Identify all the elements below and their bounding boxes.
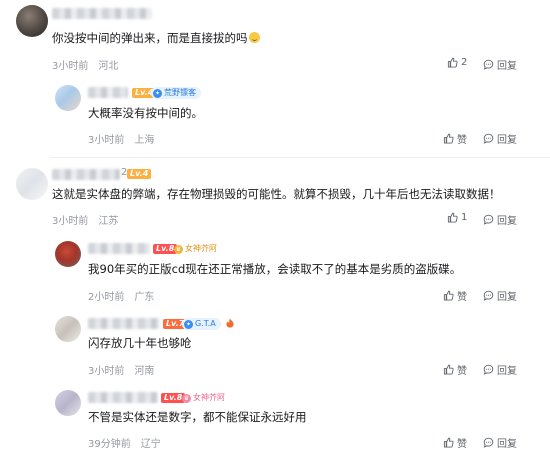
comment-location: 广东	[134, 292, 155, 303]
thumbs-up-icon	[447, 212, 458, 223]
comment-text: 大概率没有按中间的。	[88, 106, 203, 120]
comment-meta: 3小时前 上海	[88, 131, 154, 146]
avatar[interactable]	[55, 241, 81, 267]
username-blurred[interactable]	[88, 87, 128, 98]
reply-bubble-icon	[483, 133, 494, 144]
like-button[interactable]: 1	[447, 212, 467, 223]
divider	[51, 157, 550, 158]
fan-badge: ♛ 女神芥阿	[180, 392, 230, 404]
avatar[interactable]	[16, 5, 48, 37]
username-blurred[interactable]	[52, 169, 120, 180]
fan-badge-icon: ♛	[174, 244, 183, 254]
reply-button[interactable]: 回复	[483, 131, 517, 146]
comment-time: 3小时前	[52, 216, 89, 227]
username-blurred[interactable]	[88, 392, 158, 403]
comment-meta: 3小时前 河南	[88, 362, 154, 377]
reply-label: 回复	[497, 366, 517, 377]
like-button[interactable]: 2	[447, 57, 467, 68]
comment-meta: 39分钟前 辽宁	[88, 435, 161, 450]
fan-badge: ✦ 荒野镖客	[151, 87, 201, 99]
doge-emoji-icon	[248, 32, 260, 43]
like-count: 2	[461, 57, 468, 68]
like-button[interactable]: 赞	[443, 131, 467, 146]
comment-location: 辽宁	[140, 439, 161, 450]
comment-time: 2小时前	[88, 292, 125, 303]
fan-badge: ♛ 女神芥阿	[172, 243, 222, 255]
thumbs-up-icon	[447, 57, 458, 68]
fan-badge: ✦ G.T.A	[182, 318, 221, 330]
reply-label: 回复	[497, 61, 517, 72]
reply-label: 回复	[497, 135, 517, 146]
fan-badge-icon: ✦	[153, 88, 162, 98]
like-button[interactable]: 赞	[443, 362, 467, 377]
avatar[interactable]	[16, 168, 48, 200]
level-badge: Lv.4	[127, 169, 152, 179]
reply-button[interactable]: 回复	[483, 288, 517, 303]
fan-badge-icon: ♛	[182, 393, 191, 403]
comment-text: 你没按中间的弹出来，而是直接拔的吗	[52, 31, 260, 46]
username-blurred[interactable]	[88, 243, 150, 254]
like-count: 1	[461, 212, 468, 223]
reply-bubble-icon	[483, 214, 494, 225]
reply-bubble-icon	[483, 290, 494, 301]
username-blurred[interactable]	[52, 8, 152, 19]
thumbs-up-icon	[443, 133, 454, 144]
comment-meta: 2小时前 广东	[88, 288, 154, 303]
reply-button[interactable]: 回复	[483, 362, 517, 377]
reply-bubble-icon	[483, 437, 494, 448]
username-blurred[interactable]	[88, 318, 160, 329]
comment-text: 闪存放几十年也够呛	[88, 336, 192, 350]
comment-time: 3小时前	[88, 366, 125, 377]
fan-badge-label: 女神芥阿	[193, 393, 225, 402]
reply-label: 回复	[497, 292, 517, 303]
like-label: 赞	[457, 366, 467, 377]
fan-badge-icon: ✦	[184, 319, 193, 329]
comment-text: 我90年买的正版cd现在还正常播放，会读取不了的基本是劣质的盗版碟。	[88, 262, 462, 276]
fan-badge-label: G.T.A	[195, 319, 216, 328]
comment-location: 上海	[134, 135, 155, 146]
thumbs-up-icon	[443, 290, 454, 301]
comment-text: 这就是实体盘的弊端，存在物理损毁的可能性。就算不损毁，几十年后也无法读取数据！	[52, 187, 501, 201]
decoration-flame-icon	[226, 318, 234, 328]
reply-button[interactable]: 回复	[483, 57, 517, 72]
comment-location: 江苏	[98, 216, 119, 227]
comment-location: 河北	[98, 61, 119, 72]
reply-label: 回复	[497, 216, 517, 227]
comment-meta: 3小时前 江苏	[52, 212, 118, 227]
like-button[interactable]: 赞	[443, 435, 467, 450]
comment-time: 39分钟前	[88, 439, 131, 450]
fan-badge-label: 荒野镖客	[164, 88, 196, 97]
reply-button[interactable]: 回复	[483, 212, 517, 227]
comment-text: 不管是实体还是数字，都不能保证永远好用	[88, 410, 307, 424]
reply-label: 回复	[497, 439, 517, 450]
like-label: 赞	[457, 292, 467, 303]
avatar[interactable]	[55, 85, 81, 111]
comment-time: 3小时前	[88, 135, 125, 146]
thumbs-up-icon	[443, 437, 454, 448]
comment-meta: 3小时前 河北	[52, 57, 118, 72]
avatar[interactable]	[55, 390, 81, 416]
reply-button[interactable]: 回复	[483, 435, 517, 450]
like-label: 赞	[457, 439, 467, 450]
comment-location: 河南	[134, 366, 155, 377]
reply-bubble-icon	[483, 59, 494, 70]
thumbs-up-icon	[443, 364, 454, 375]
like-label: 赞	[457, 135, 467, 146]
like-button[interactable]: 赞	[443, 288, 467, 303]
reply-bubble-icon	[483, 364, 494, 375]
avatar[interactable]	[55, 316, 81, 342]
fan-badge-label: 女神芥阿	[185, 244, 217, 253]
comment-time: 3小时前	[52, 61, 89, 72]
